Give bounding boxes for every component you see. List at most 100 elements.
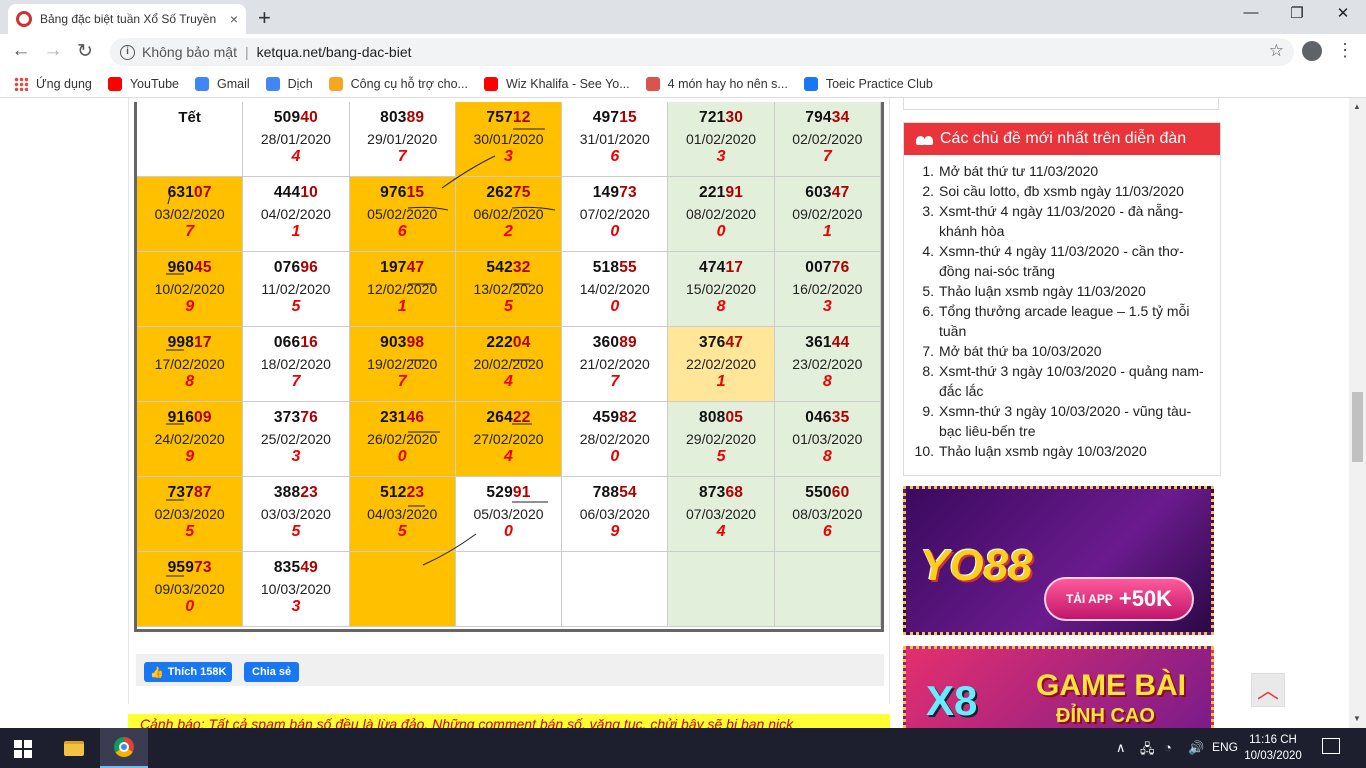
special-number: 22191	[668, 184, 773, 202]
browser-tab[interactable]: Bảng đặc biệt tuần Xổ Số Truyền ×	[8, 4, 246, 34]
bookmark-item[interactable]: Wiz Khalifa - See Yo...	[483, 76, 630, 91]
result-cell: 51855 14/02/2020 0	[562, 252, 669, 327]
network-icon[interactable]: 🖧	[1140, 740, 1155, 762]
bookmark-item[interactable]: 4 món hay ho nên s...	[645, 76, 788, 91]
digit-total: 7	[397, 148, 407, 165]
url-text[interactable]: ketqua.net/bang-dac-biet	[257, 44, 412, 60]
topic-link[interactable]: Xsmn-thứ 4 ngày 11/03/2020 - cần thơ-đồn…	[939, 241, 1210, 281]
digit-total: 4	[504, 373, 513, 390]
site-favicon-icon	[16, 11, 32, 27]
special-number: 06616	[243, 334, 348, 352]
special-number: 78854	[562, 484, 667, 502]
wifi-icon[interactable]: ◔	[1164, 740, 1172, 755]
result-cell: 07696 11/02/2020 5	[243, 252, 350, 327]
bookmark-label: Wiz Khalifa - See Yo...	[505, 76, 630, 91]
topic-link[interactable]: Xsmt-thứ 4 ngày 11/03/2020 - đà nẵng-khá…	[939, 201, 1210, 241]
number-tail: 76	[300, 409, 318, 426]
result-cell	[455, 552, 563, 627]
chrome-menu-icon[interactable]: ⋮	[1336, 40, 1354, 61]
result-cell: 54232 13/02/2020 5	[455, 252, 563, 327]
taskbar-clock[interactable]: 11:16 CH 10/03/2020	[1238, 732, 1308, 764]
bookmark-item[interactable]: Dịch	[265, 76, 313, 91]
bookmarks-bar: Ứng dụng YouTube Gmail Dịch Công cụ hỗ trợ c…	[0, 70, 1366, 98]
notification-center-icon[interactable]	[1322, 738, 1340, 754]
topic-link[interactable]: Xsmt-thứ 3 ngày 10/03/2020 - quảng nam-đ…	[939, 361, 1210, 401]
x8-ad-banner[interactable]: X8 GAME BÀI ĐỈNH CAO	[903, 646, 1214, 728]
topic-link[interactable]: Thảo luận xsmb ngày 10/03/2020	[939, 441, 1147, 461]
forum-topic-item[interactable]: 8. Xsmt-thứ 3 ngày 10/03/2020 - quảng nam…	[912, 361, 1210, 401]
draw-date: 26/02/2020	[367, 431, 438, 447]
special-number: 36144	[775, 334, 880, 352]
special-number: 80805	[668, 409, 773, 427]
draw-date: 28/01/2020	[260, 131, 331, 147]
scrollbar-thumb[interactable]	[1352, 392, 1363, 462]
close-window-button[interactable]: ✕	[1320, 4, 1366, 22]
draw-date: 09/02/2020	[792, 206, 863, 222]
taskbar-file-explorer[interactable]	[50, 728, 98, 768]
page-scrollbar[interactable]: ▲ ▼	[1349, 98, 1366, 728]
taskbar-chrome[interactable]	[100, 728, 148, 768]
address-bar[interactable]: i Không bảo mật | ketqua.net/bang-dac-bi…	[110, 38, 1294, 66]
xs-icon	[328, 76, 343, 91]
new-tab-button[interactable]: +	[258, 5, 271, 31]
forum-topic-item[interactable]: 7. Mở bát thứ ba 10/03/2020	[912, 341, 1210, 361]
yo88-ad-banner[interactable]: YO88 TẢI APP +50K	[903, 486, 1214, 635]
digit-total: 5	[291, 298, 301, 315]
bookmark-item[interactable]: Gmail	[194, 76, 250, 91]
profile-avatar-icon[interactable]	[1302, 41, 1322, 61]
number-tail: 54	[619, 484, 637, 501]
tab-close-icon[interactable]: ×	[230, 11, 238, 27]
forum-topic-item[interactable]: 4. Xsmn-thứ 4 ngày 11/03/2020 - cần thơ-đ…	[912, 241, 1210, 281]
windows-start-icon[interactable]	[14, 740, 32, 758]
forum-topic-item[interactable]: 3. Xsmt-thứ 4 ngày 11/03/2020 - đà nẵng-k…	[912, 201, 1210, 241]
info-icon[interactable]: i	[120, 44, 135, 60]
topic-link[interactable]: Mở bát thứ tư 11/03/2020	[939, 161, 1098, 181]
forum-topic-item[interactable]: 10. Thảo luận xsmb ngày 10/03/2020	[912, 441, 1210, 461]
scroll-up-icon[interactable]: ▲	[1353, 102, 1361, 111]
x8-subheadline: ĐỈNH CAO	[1056, 705, 1155, 727]
volume-icon[interactable]: 🔊	[1188, 740, 1204, 756]
topic-link[interactable]: Mở bát thứ ba 10/03/2020	[939, 341, 1102, 361]
forum-topic-item[interactable]: 2. Soi cầu lotto, đb xsmb ngày 11/03/2020	[912, 181, 1210, 201]
maximize-button[interactable]: ❐	[1274, 4, 1320, 22]
special-number: 37647	[668, 334, 773, 352]
facebook-share-button[interactable]: Chia sẻ	[244, 662, 300, 682]
forum-topic-item[interactable]: 9. Xsmn-thứ 3 ngày 10/03/2020 - vũng tàu-…	[912, 401, 1210, 441]
special-number: 95973	[137, 559, 242, 577]
number-head: 388	[273, 484, 301, 501]
tray-overflow-icon[interactable]: ∧	[1116, 740, 1126, 756]
number-tail: 34	[831, 109, 850, 126]
facebook-like-button[interactable]: 👍 Thích 158K	[144, 662, 233, 682]
draw-date: 28/02/2020	[579, 431, 650, 447]
number-tail: 40	[300, 109, 318, 126]
forum-topic-item[interactable]: 5. Thảo luận xsmb ngày 11/03/2020	[912, 281, 1210, 301]
forward-button[interactable]: →	[40, 40, 66, 62]
yo88-download-button[interactable]: TẢI APP +50K	[1044, 577, 1194, 621]
result-cell: 99817 17/02/2020 8	[137, 327, 244, 402]
number-tail: 98	[406, 334, 425, 351]
bookmark-item[interactable]: YouTube	[107, 76, 179, 91]
forum-topic-item[interactable]: 1. Mở bát thứ tư 11/03/2020	[912, 161, 1210, 181]
number-tail: 49	[300, 559, 318, 576]
forum-topic-item[interactable]: 6. Tổng thưởng arcade league – 1.5 tỷ mỗi…	[912, 301, 1210, 341]
scroll-down-icon[interactable]: ▼	[1353, 714, 1361, 723]
bookmark-star-icon[interactable]: ☆	[1269, 41, 1284, 61]
minimize-button[interactable]: —	[1228, 4, 1274, 21]
bookmark-item[interactable]: Toeic Practice Club	[803, 76, 933, 91]
number-head: 550	[805, 484, 832, 501]
topic-link[interactable]: Thảo luận xsmb ngày 11/03/2020	[939, 281, 1146, 301]
topic-number: 2.	[922, 183, 934, 199]
topic-link[interactable]: Xsmn-thứ 3 ngày 10/03/2020 - vũng tàu-bạ…	[939, 401, 1210, 441]
bookmark-item[interactable]: Công cụ hỗ trợ cho...	[328, 76, 468, 91]
number-tail: 75	[512, 184, 531, 201]
topic-link[interactable]: Tổng thưởng arcade league – 1.5 tỷ mỗi t…	[939, 301, 1210, 341]
bookmark-label: Toeic Practice Club	[825, 76, 933, 91]
result-cell: 47417 15/02/2020 8	[668, 252, 775, 327]
scroll-to-top-button[interactable]: ︿	[1251, 673, 1285, 707]
reload-button[interactable]: ↻	[72, 40, 98, 63]
topic-link[interactable]: Soi cầu lotto, đb xsmb ngày 11/03/2020	[939, 181, 1184, 201]
language-indicator[interactable]: ENG	[1212, 740, 1238, 754]
bookmark-item[interactable]: Ứng dụng	[14, 76, 92, 91]
back-button[interactable]: ←	[8, 40, 34, 62]
number-tail: 91	[725, 184, 744, 201]
